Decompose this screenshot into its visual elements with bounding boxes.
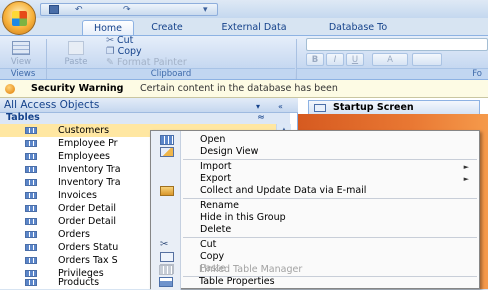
clipboard-group-label: Clipboard [47,68,295,79]
table-icon [25,279,37,286]
security-warning-bar: Security Warning Certain content in the … [0,80,488,98]
nav-pane-header[interactable]: All Access Objects ▾ « [0,98,298,113]
underline-button[interactable]: U [346,53,364,66]
security-warning-message: Certain content in the database has been [140,83,338,94]
table-icon [25,205,37,212]
font-group-label: Fo [297,68,488,79]
customize-qat-icon[interactable]: ▾ [203,5,208,15]
open-table-icon [160,135,174,145]
paste-label: Paste [64,57,88,67]
menu-item-cut[interactable]: ✂ Cut [151,239,479,251]
menu-item-import[interactable]: Import ► [151,161,479,173]
save-icon[interactable] [49,5,59,14]
quick-access-toolbar: ↶ ↷ ▾ [40,3,218,16]
copy-icon [160,252,174,262]
menu-item-delete[interactable]: Delete [151,224,479,236]
menu-separator [183,159,477,160]
design-view-icon [160,147,174,157]
copy-label: Copy [117,46,142,57]
form-icon [314,104,326,112]
paste-button[interactable]: Paste [56,40,96,67]
menu-separator [183,198,477,199]
group-collapse-icon[interactable]: ≈ [257,113,265,123]
table-icon [25,244,37,251]
ribbon: View Paste ✂ Cut ❐ Copy ✎ Format Painter… [0,35,488,80]
doc-tab-label: Startup Screen [333,102,414,113]
table-icon [25,179,37,186]
menu-item-open[interactable]: Open [151,134,479,146]
menu-item-rename[interactable]: Rename [151,200,479,212]
menu-item-export[interactable]: Export ► [151,173,479,185]
ribbon-tabs: Home Create External Data Database To [40,18,488,35]
font-name-combo[interactable] [306,38,488,51]
table-icon [25,231,37,238]
menu-item-copy[interactable]: Copy [151,251,479,263]
security-warning-title: Security Warning [31,83,124,94]
linked-table-icon [159,265,173,275]
table-icon [25,166,37,173]
nav-group-title: Tables [6,112,40,123]
copy-button[interactable]: ❐ Copy [106,46,142,57]
fill-color-button[interactable] [412,53,442,66]
tab-external-data[interactable]: External Data [208,20,300,35]
undo-icon[interactable]: ↶ [75,5,83,15]
table-icon [25,153,37,160]
view-label: View [10,57,32,67]
menu-item-hide-in-group[interactable]: Hide in this Group [151,212,479,224]
format-painter-button[interactable]: ✎ Format Painter [106,57,187,68]
menu-item-design-view[interactable]: Design View [151,146,479,158]
table-properties-icon [159,277,173,287]
menu-separator [183,237,477,238]
office-button[interactable] [2,1,36,35]
font-color-button[interactable]: A [372,53,408,66]
tab-startup-screen[interactable]: Startup Screen [308,100,480,114]
tab-home[interactable]: Home [82,20,134,35]
menu-item-linked-table-manager[interactable]: Linked Table Manager [150,264,478,276]
tab-database-tools[interactable]: Database To [312,20,404,35]
view-icon [12,41,30,55]
scissors-icon: ✂ [106,35,114,46]
office-logo-icon [12,11,27,26]
format-painter-icon: ✎ [106,57,114,68]
table-icon [25,257,37,264]
italic-button[interactable]: I [326,53,344,66]
nav-pane-title: All Access Objects [4,99,100,111]
view-button[interactable]: View [4,40,38,67]
table-icon [25,127,37,134]
copy-icon: ❐ [106,46,115,57]
shield-icon [5,84,15,94]
table-icon [25,192,37,199]
format-painter-label: Format Painter [117,57,187,68]
nav-collapse-icon[interactable]: « [278,100,283,114]
table-icon [25,140,37,147]
paste-icon [68,41,84,55]
table-icon [25,218,37,225]
cut-label: Cut [117,35,134,46]
email-data-icon [160,186,174,196]
menu-item-collect-update-email[interactable]: Collect and Update Data via E-mail [151,185,479,197]
menu-item-table-properties[interactable]: Table Properties [150,276,478,288]
nav-group-header[interactable]: Tables ≈ [0,113,290,124]
submenu-arrow-icon: ► [463,163,469,171]
cut-button[interactable]: ✂ Cut [106,35,133,46]
tab-create[interactable]: Create [138,20,196,35]
bold-button[interactable]: B [306,53,324,66]
scissors-icon: ✂ [160,239,169,250]
redo-icon[interactable]: ↷ [123,5,131,15]
views-group-label: Views [0,68,46,79]
submenu-arrow-icon: ► [463,175,469,183]
